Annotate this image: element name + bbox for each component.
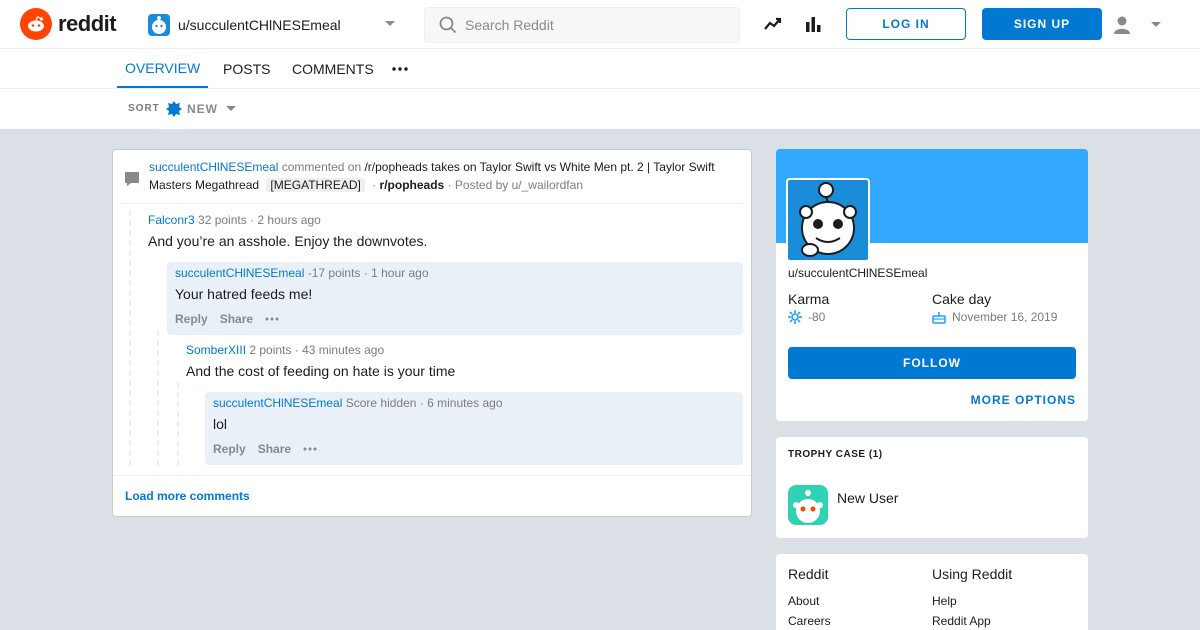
- more-options-button[interactable]: MORE OPTIONS: [971, 393, 1076, 407]
- comment-time: · 43 minutes ago: [294, 343, 385, 357]
- action-text: commented on: [281, 160, 362, 174]
- footer-link-careers[interactable]: Careers: [788, 611, 831, 630]
- sort-bar: SORT NEW: [0, 89, 1200, 129]
- footer-links-card: Reddit About Careers Using Reddit Help R…: [776, 554, 1088, 630]
- load-more-comments-link[interactable]: Load more comments: [125, 489, 250, 503]
- posted-by-text: · Posted by u/_wailordfan: [447, 178, 583, 192]
- trophy-case-title: TROPHY CASE (1): [788, 449, 883, 460]
- links-column-reddit: Reddit About Careers: [788, 566, 831, 630]
- chevron-down-icon: [1151, 22, 1161, 27]
- follow-button[interactable]: FOLLOW: [788, 347, 1076, 379]
- post-flair: [MEGATHREAD]: [266, 178, 365, 192]
- more-actions-icon[interactable]: [303, 447, 317, 451]
- comment-score: -17 points: [307, 266, 361, 280]
- comment-actions: Reply Share: [213, 442, 317, 456]
- links-heading: Using Reddit: [932, 566, 1013, 582]
- comment-card: succulentCHlNESEmeal commented on /r/pop…: [112, 149, 752, 517]
- reply-button[interactable]: Reply: [175, 312, 208, 326]
- comment-meta: succulentCHlNESEmeal -17 points · 1 hour…: [175, 266, 429, 280]
- karma-icon: [788, 310, 802, 324]
- user-switcher[interactable]: u/succulentCHlNESEmeal: [148, 12, 398, 38]
- comment-body: And the cost of feeding on hate is your …: [186, 363, 456, 379]
- avatar: [786, 178, 870, 262]
- reply-button[interactable]: Reply: [213, 442, 246, 456]
- user-icon: [1114, 16, 1130, 34]
- trophy-name: New User: [837, 490, 899, 506]
- karma-value: -80: [788, 310, 825, 324]
- search-input[interactable]: [465, 17, 725, 33]
- profile-card: u/succulentCHlNESEmeal Karma -80 Cake da…: [776, 149, 1088, 421]
- trophy-case: TROPHY CASE (1) New User: [776, 437, 1088, 538]
- comment-body: And you’re an asshole. Enjoy the downvot…: [148, 233, 428, 249]
- stats-icon[interactable]: [803, 14, 823, 34]
- search-bar[interactable]: [424, 7, 740, 43]
- comment-score: 32 points: [198, 213, 247, 227]
- karma-number: -80: [808, 310, 826, 324]
- search-icon: [439, 16, 457, 34]
- karma-label: Karma: [788, 291, 830, 307]
- profile-tabs: OVERVIEW POSTS COMMENTS: [0, 49, 1200, 89]
- comment-icon: [125, 172, 139, 186]
- comment-score: Score hidden: [345, 396, 417, 410]
- comment-author-link[interactable]: succulentCHlNESEmeal: [175, 266, 304, 280]
- thread-line[interactable]: [129, 210, 131, 466]
- comment-author-link[interactable]: succulentCHlNESEmeal: [213, 396, 342, 410]
- separator-dot: ·: [372, 178, 377, 192]
- reddit-wordmark: reddit: [58, 11, 117, 36]
- tab-comments[interactable]: COMMENTS: [284, 49, 382, 88]
- divider: [113, 475, 751, 476]
- comment-time: · 1 hour ago: [363, 266, 429, 280]
- chevron-down-icon: [385, 21, 395, 26]
- trending-icon[interactable]: [763, 14, 783, 34]
- cakeday-label: Cake day: [932, 291, 992, 307]
- comment-author-link[interactable]: SomberXIII: [186, 343, 246, 357]
- ellipsis-icon: [392, 66, 408, 71]
- sort-dropdown[interactable]: NEW: [166, 100, 236, 118]
- user-menu-dropdown[interactable]: [1112, 14, 1162, 36]
- comment-body: lol: [213, 416, 228, 432]
- thread-line[interactable]: [157, 330, 159, 466]
- footer-link-about[interactable]: About: [788, 591, 831, 611]
- user-avatar-icon: [148, 14, 170, 36]
- new-user-trophy-icon: [788, 485, 828, 525]
- comment-score: 2 points: [249, 343, 292, 357]
- login-button[interactable]: LOG IN: [846, 8, 966, 40]
- thread-line[interactable]: [177, 382, 179, 466]
- divider: [121, 203, 743, 204]
- sort-value: NEW: [187, 102, 218, 116]
- tab-posts[interactable]: POSTS: [215, 49, 278, 88]
- more-actions-icon[interactable]: [265, 317, 279, 321]
- share-button[interactable]: Share: [258, 442, 291, 456]
- reddit-logo[interactable]: reddit: [20, 8, 117, 40]
- cakeday-date: November 16, 2019: [952, 310, 1058, 324]
- new-burst-icon: [166, 101, 182, 117]
- signup-button[interactable]: SIGN UP: [982, 8, 1102, 40]
- top-header: reddit u/succulentCHlNESEmeal LOG IN SIG…: [0, 0, 1200, 49]
- subreddit-link[interactable]: r/popheads: [380, 178, 445, 192]
- links-heading: Reddit: [788, 566, 829, 582]
- chevron-down-icon: [226, 106, 236, 111]
- comment-meta: succulentCHlNESEmeal Score hidden · 6 mi…: [213, 396, 503, 410]
- more-tabs-button[interactable]: [386, 49, 414, 88]
- comment-author-link[interactable]: Falconr3: [148, 213, 195, 227]
- comment-meta: SomberXIII 2 points · 43 minutes ago: [186, 343, 384, 357]
- comment-actions: Reply Share: [175, 312, 279, 326]
- comment-time: · 6 minutes ago: [419, 396, 503, 410]
- comment-body: Your hatred feeds me!: [175, 286, 313, 302]
- cake-icon: [932, 310, 946, 324]
- post-author-link[interactable]: succulentCHlNESEmeal: [149, 160, 278, 174]
- snoo-avatar-icon: [799, 182, 857, 257]
- username-label: u/succulentCHlNESEmeal: [178, 17, 341, 33]
- footer-link-reddit-app[interactable]: Reddit App: [932, 611, 1012, 630]
- sort-label: SORT: [128, 103, 160, 114]
- cakeday-value: November 16, 2019: [932, 310, 1057, 324]
- comment-meta: Falconr3 32 points · 2 hours ago: [148, 213, 321, 227]
- comment-time: · 2 hours ago: [250, 213, 321, 227]
- reddit-alien-icon: [20, 8, 52, 40]
- footer-link-help[interactable]: Help: [932, 591, 1012, 611]
- links-column-using-reddit: Using Reddit Help Reddit App: [932, 566, 1012, 630]
- profile-username: u/succulentCHlNESEmeal: [788, 266, 928, 280]
- tab-overview[interactable]: OVERVIEW: [117, 49, 209, 88]
- share-button[interactable]: Share: [220, 312, 253, 326]
